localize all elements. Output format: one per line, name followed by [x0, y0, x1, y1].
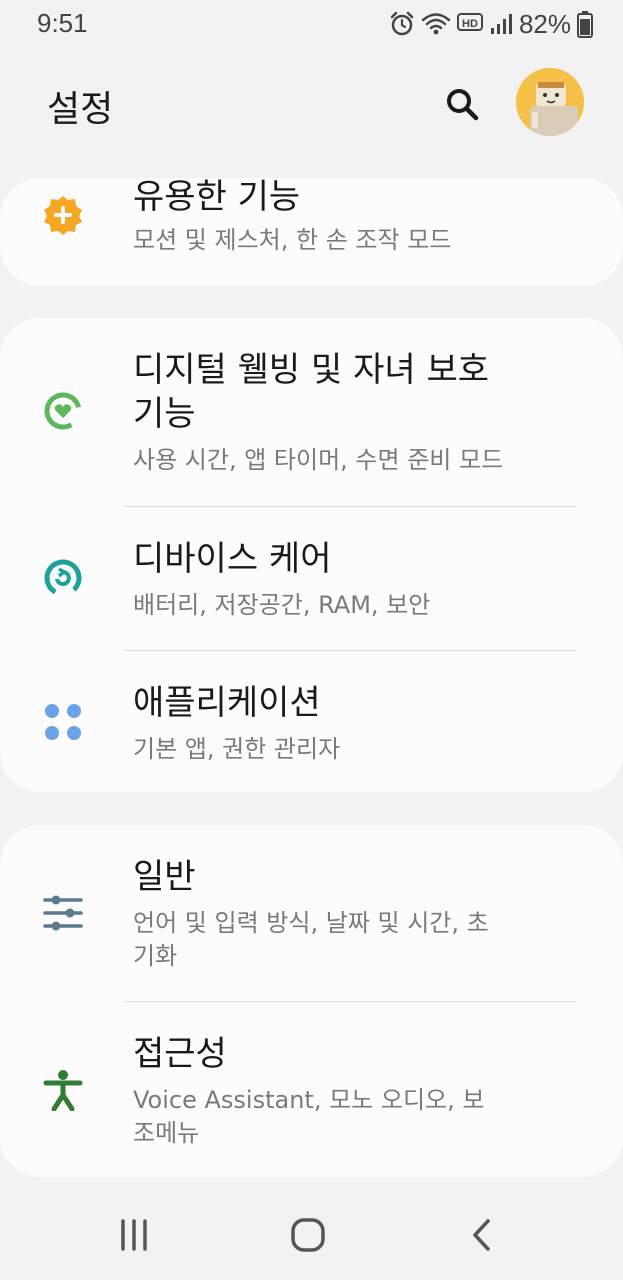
search-icon [447, 89, 479, 121]
settings-item-general[interactable]: 일반 언어 및 입력 방식, 날짜 및 시간, 초기화 [0, 825, 623, 1001]
battery-percent: 82% [518, 8, 571, 39]
item-subtitle: 배터리, 저장공간, RAM, 보안 [133, 591, 431, 619]
wifi-icon [421, 11, 451, 37]
settings-item-digital-wellbeing[interactable]: 디지털 웰빙 및 자녀 보호 기능 사용 시간, 앱 타이머, 수면 준비 모드 [0, 318, 623, 506]
home-button[interactable] [283, 1210, 333, 1260]
item-subtitle: 모션 및 제스처, 한 손 조작 모드 [133, 226, 452, 254]
settings-item-applications[interactable]: 애플리케이션 기본 앱, 권한 관리자 [0, 651, 623, 792]
home-icon [291, 1218, 325, 1252]
sliders-icon [40, 890, 86, 936]
item-title: 유용한 기능 [133, 177, 301, 217]
item-subtitle: 사용 시간, 앱 타이머, 수면 준비 모드 [133, 446, 504, 474]
item-subtitle: 언어 및 입력 방식, 날짜 및 시간, 초기화 [133, 909, 489, 970]
item-subtitle: 기본 앱, 권한 관리자 [133, 735, 341, 763]
settings-item-useful-features[interactable]: 유용한 기능 모션 및 제스처, 한 손 조작 모드 [0, 177, 623, 286]
status-time: 9:51 [37, 8, 88, 38]
signal-icon [489, 12, 513, 36]
status-bar: 9:51 HD 82% [0, 0, 623, 50]
alarm-icon [389, 11, 415, 37]
digital-wellbeing-icon [40, 388, 86, 434]
item-title: 디지털 웰빙 및 자녀 보호 기능 [133, 350, 490, 434]
settings-card-general: 일반 언어 및 입력 방식, 날짜 및 시간, 초기화 접근성 Voice As… [0, 825, 623, 1177]
settings-card-useful: 유용한 기능 모션 및 제스처, 한 손 조작 모드 [0, 177, 623, 286]
page-title: 설정 [47, 89, 114, 130]
item-title: 애플리케이션 [133, 683, 321, 723]
recent-apps-icon [121, 1219, 147, 1251]
navigation-bar [0, 1190, 623, 1280]
apps-icon [40, 699, 86, 745]
item-title: 접근성 [133, 1034, 227, 1074]
settings-item-device-care[interactable]: 디바이스 케어 배터리, 저장공간, RAM, 보안 [0, 507, 623, 650]
svg-text:HD: HD [462, 18, 478, 30]
item-subtitle: Voice Assistant, 모노 오디오, 보조메뉴 [133, 1086, 485, 1147]
battery-icon [577, 10, 593, 38]
avatar[interactable] [516, 68, 584, 136]
gear-plus-icon [40, 192, 86, 238]
item-title: 일반 [133, 857, 196, 897]
settings-item-accessibility[interactable]: 접근성 Voice Assistant, 모노 오디오, 보조메뉴 [0, 1002, 623, 1177]
recent-apps-button[interactable] [109, 1210, 159, 1260]
hd-icon: HD [456, 12, 483, 36]
header: 설정 [0, 60, 623, 150]
device-care-icon [40, 555, 86, 601]
settings-card-device: 디지털 웰빙 및 자녀 보호 기능 사용 시간, 앱 타이머, 수면 준비 모드… [0, 318, 623, 792]
status-icons: HD 82% [389, 8, 593, 40]
back-button[interactable] [457, 1210, 507, 1260]
search-button[interactable] [440, 82, 484, 126]
accessibility-icon [40, 1067, 86, 1113]
back-icon [473, 1219, 490, 1251]
item-title: 디바이스 케어 [133, 539, 332, 579]
